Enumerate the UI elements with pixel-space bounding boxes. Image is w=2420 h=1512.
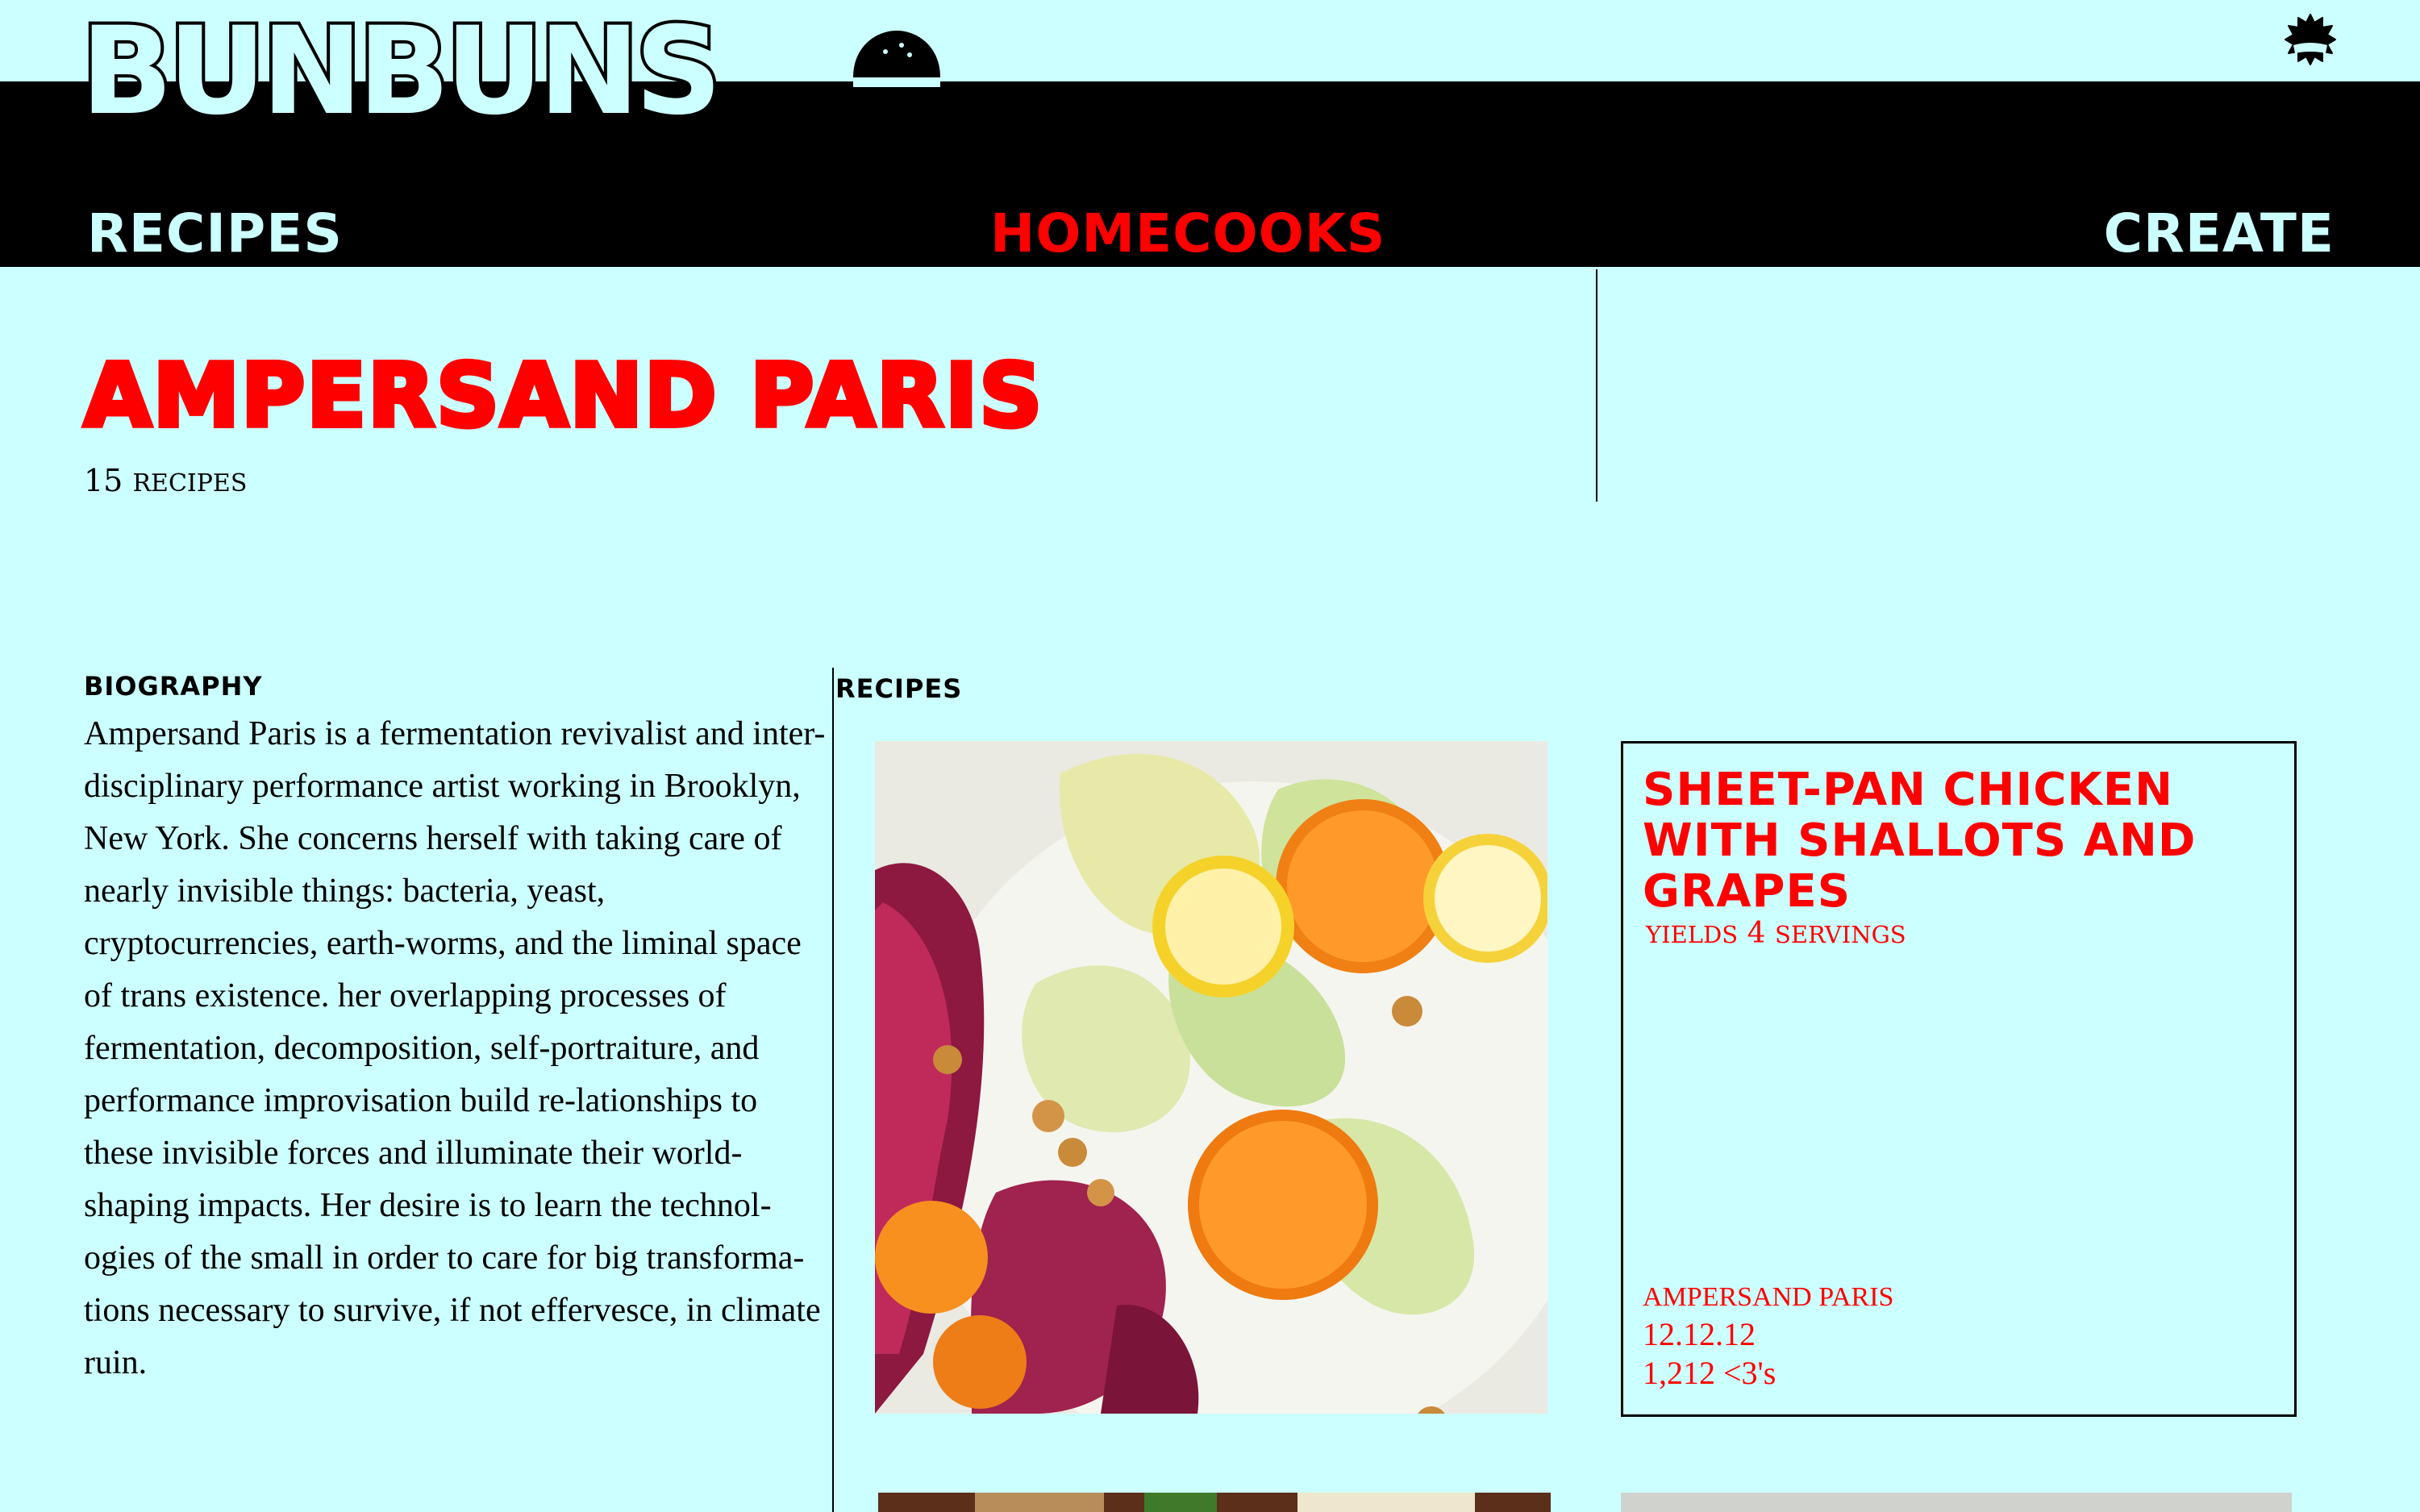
recipe-card-date: 12.12.12 — [1643, 1316, 1756, 1352]
recipe-card-meta: AMPERSAND PARIS 12.12.12 1,212 <3's — [1643, 1280, 1893, 1393]
recipe-card-next[interactable] — [1621, 1493, 2292, 1512]
divider-vertical-main — [832, 668, 834, 1512]
bun-icon[interactable] — [848, 27, 945, 124]
logo[interactable]: BUNBUNS — [77, 8, 725, 135]
recipe-photo-salad[interactable] — [875, 741, 1547, 1414]
recipe-card-author[interactable]: AMPERSAND PARIS — [1643, 1280, 1893, 1315]
yield-word: YIELDS — [1646, 921, 1739, 948]
gear-icon[interactable] — [2284, 13, 2337, 66]
profile-name: AMPERSAND PARIS — [81, 346, 1044, 448]
recipe-count: 15 RECIPES — [84, 458, 247, 506]
recipes-heading: RECIPES — [835, 673, 963, 704]
biography-text: Ampersand Paris is a fermentation reviva… — [84, 715, 826, 1381]
yield-unit: SERVINGS — [1774, 921, 1906, 948]
recipe-count-number: 15 — [84, 463, 123, 498]
nav-homecooks[interactable]: HOMECOOKS — [990, 202, 1385, 266]
nav-create[interactable]: CREATE — [2104, 202, 2335, 266]
recipe-photo-next[interactable] — [878, 1493, 1551, 1512]
recipe-card-yield: YIELDS 4 SERVINGS — [1646, 916, 1906, 952]
recipe-card[interactable]: SHEET-PAN CHICKEN WITH SHALLOTS AND GRAP… — [1621, 741, 2297, 1417]
recipe-card-title[interactable]: SHEET-PAN CHICKEN WITH SHALLOTS AND GRAP… — [1643, 764, 2272, 917]
yield-number: 4 — [1747, 917, 1766, 950]
nav-recipes[interactable]: RECIPES — [87, 202, 343, 266]
biography-heading: BIOGRAPHY — [84, 671, 263, 702]
divider-vertical-top — [1596, 269, 1597, 502]
recipe-count-word: RECIPES — [132, 469, 248, 498]
recipe-card-likes: 1,212 <3's — [1643, 1355, 1776, 1391]
